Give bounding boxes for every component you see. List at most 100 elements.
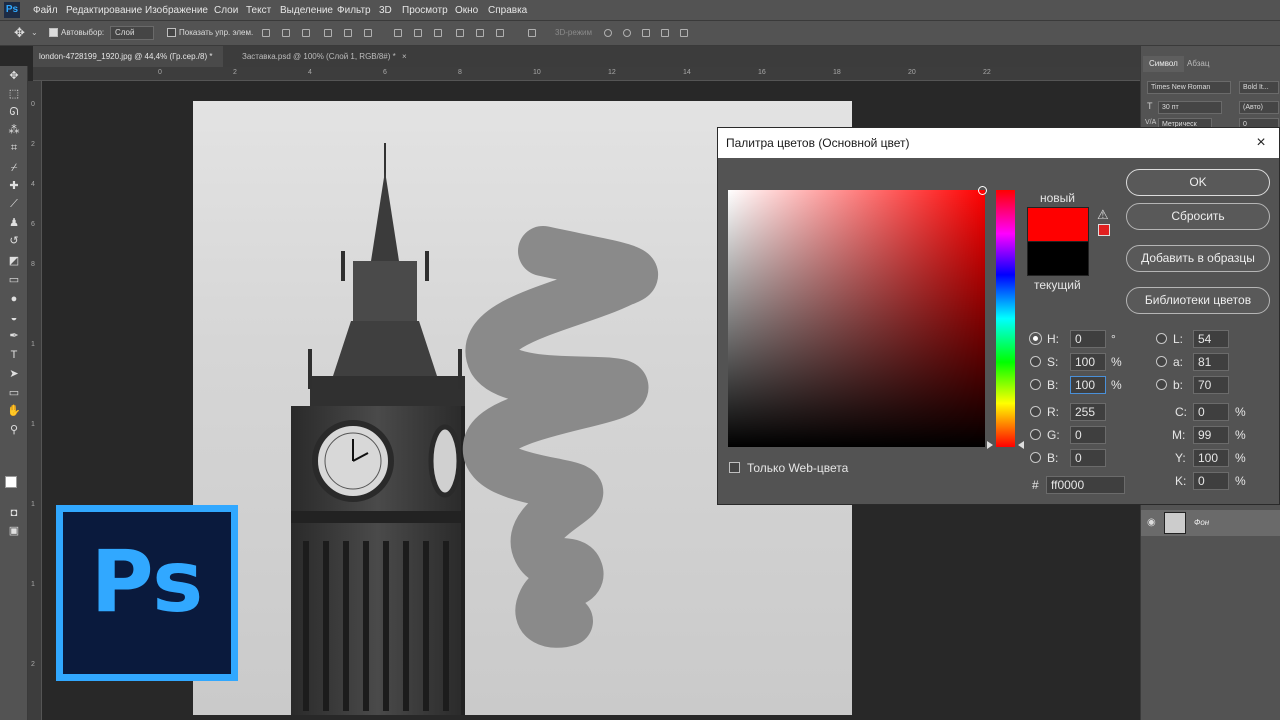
dodge-tool-icon[interactable]: ◒: [6, 311, 22, 325]
blue-field[interactable]: 0: [1070, 449, 1106, 467]
align-vcenter-icon[interactable]: [282, 29, 290, 37]
align-top-icon[interactable]: [262, 29, 270, 37]
pen-tool-icon[interactable]: ✒: [6, 329, 22, 343]
ok-button[interactable]: OK: [1126, 169, 1270, 196]
tab-paragraph[interactable]: Абзац: [1181, 56, 1215, 72]
color-field-marker[interactable]: [978, 186, 987, 195]
l-field[interactable]: 54: [1193, 330, 1229, 348]
menu-view[interactable]: Просмотр: [399, 0, 451, 21]
lasso-tool-icon[interactable]: ᘏ: [6, 105, 22, 119]
close-icon[interactable]: ×: [1251, 133, 1271, 153]
move-tool-icon[interactable]: ✥: [14, 26, 25, 40]
web-only-checkbox[interactable]: [729, 462, 740, 473]
radio-s[interactable]: [1030, 356, 1041, 367]
show-controls-checkbox[interactable]: [167, 28, 176, 37]
layer-row[interactable]: ◉ Фон: [1141, 510, 1280, 536]
distribute-bottom-icon[interactable]: [434, 29, 442, 37]
distribute-hcenter-icon[interactable]: [476, 29, 484, 37]
radio-h[interactable]: [1030, 333, 1041, 344]
font-family-select[interactable]: Times New Roman: [1147, 81, 1231, 94]
align-right-icon[interactable]: [364, 29, 372, 37]
menu-image[interactable]: Изображение: [142, 0, 211, 21]
path-select-icon[interactable]: ➤: [6, 367, 22, 381]
stamp-tool-icon[interactable]: ♟: [6, 216, 22, 230]
menu-layers[interactable]: Слои: [211, 0, 241, 21]
hue-slider[interactable]: [996, 190, 1015, 447]
distribute-left-icon[interactable]: [456, 29, 464, 37]
autoselect-select[interactable]: Слой: [110, 26, 154, 40]
3d-scale-icon[interactable]: [680, 29, 688, 37]
reset-button[interactable]: Сбросить: [1126, 203, 1270, 230]
radio-blue[interactable]: [1030, 452, 1041, 463]
chevron-down-icon[interactable]: ⌄: [31, 28, 38, 37]
3d-rotate-icon[interactable]: [604, 29, 612, 37]
menu-select[interactable]: Выделение: [277, 0, 336, 21]
crop-tool-icon[interactable]: ⌗: [6, 141, 22, 155]
color-libraries-button[interactable]: Библиотеки цветов: [1126, 287, 1270, 314]
current-color-swatch[interactable]: [1027, 241, 1089, 276]
radio-b[interactable]: [1030, 379, 1041, 390]
c-field[interactable]: 0: [1193, 403, 1229, 421]
foreground-color-swatch[interactable]: [5, 476, 17, 488]
radio-r[interactable]: [1030, 406, 1041, 417]
leading-field[interactable]: (Авто): [1239, 101, 1279, 114]
quick-select-tool-icon[interactable]: ⁂: [6, 123, 22, 137]
shape-tool-icon[interactable]: ▭: [6, 386, 22, 400]
menu-3d[interactable]: 3D: [376, 0, 395, 21]
distribute-right-icon[interactable]: [496, 29, 504, 37]
close-icon[interactable]: ×: [402, 52, 407, 61]
m-field[interactable]: 99: [1193, 426, 1229, 444]
align-left-icon[interactable]: [324, 29, 332, 37]
r-field[interactable]: 255: [1070, 403, 1106, 421]
lab-b-field[interactable]: 70: [1193, 376, 1229, 394]
history-brush-icon[interactable]: ↺: [6, 234, 22, 248]
h-field[interactable]: 0: [1070, 330, 1106, 348]
zoom-tool-icon[interactable]: ⚲: [6, 423, 22, 437]
radio-lab-b[interactable]: [1156, 379, 1167, 390]
menu-edit[interactable]: Редактирование: [63, 0, 145, 21]
hue-slider-left-arrow[interactable]: [987, 441, 993, 449]
hand-tool-icon[interactable]: ✋: [6, 404, 22, 418]
healing-tool-icon[interactable]: ✚: [6, 179, 22, 193]
brush-tool-icon[interactable]: ⟋: [6, 197, 22, 211]
menu-window[interactable]: Окно: [452, 0, 481, 21]
font-size-field[interactable]: 30 пт: [1158, 101, 1222, 114]
a-field[interactable]: 81: [1193, 353, 1229, 371]
align-hcenter-icon[interactable]: [344, 29, 352, 37]
blur-tool-icon[interactable]: ●: [6, 292, 22, 306]
radio-g[interactable]: [1030, 429, 1041, 440]
radio-l[interactable]: [1156, 333, 1167, 344]
autoselect-checkbox[interactable]: [49, 28, 58, 37]
distribute-top-icon[interactable]: [394, 29, 402, 37]
move-tool-icon[interactable]: ✥: [6, 69, 22, 83]
menu-file[interactable]: Файл: [30, 0, 61, 21]
marquee-tool-icon[interactable]: ⬚: [6, 87, 22, 101]
eraser-tool-icon[interactable]: ◩: [6, 254, 22, 268]
quick-mask-icon[interactable]: ◘: [6, 506, 22, 520]
3d-roll-icon[interactable]: [623, 29, 631, 37]
y-field[interactable]: 100: [1193, 449, 1229, 467]
tab-character[interactable]: Символ: [1143, 56, 1184, 72]
font-style-select[interactable]: Bold It...: [1239, 81, 1279, 94]
hue-slider-right-arrow[interactable]: [1018, 441, 1024, 449]
add-to-swatches-button[interactable]: Добавить в образцы: [1126, 245, 1270, 272]
tab-zastavka[interactable]: Заставка.psd @ 100% (Слой 1, RGB/8#) * ×: [236, 46, 416, 67]
screen-mode-icon[interactable]: ▣: [6, 524, 22, 538]
eye-icon[interactable]: ◉: [1147, 517, 1156, 528]
gradient-tool-icon[interactable]: ▭: [6, 273, 22, 287]
3d-slide-icon[interactable]: [661, 29, 669, 37]
auto-align-icon[interactable]: [528, 29, 536, 37]
out-of-gamut-warning-icon[interactable]: ⚠: [1097, 207, 1109, 223]
radio-a[interactable]: [1156, 356, 1167, 367]
menu-text[interactable]: Текст: [243, 0, 274, 21]
color-field[interactable]: [728, 186, 987, 447]
g-field[interactable]: 0: [1070, 426, 1106, 444]
3d-pan-icon[interactable]: [642, 29, 650, 37]
type-tool-icon[interactable]: T: [6, 348, 22, 362]
align-bottom-icon[interactable]: [302, 29, 310, 37]
menu-filter[interactable]: Фильтр: [334, 0, 374, 21]
k-field[interactable]: 0: [1193, 472, 1229, 490]
distribute-vcenter-icon[interactable]: [414, 29, 422, 37]
s-field[interactable]: 100: [1070, 353, 1106, 371]
gamut-correction-swatch[interactable]: [1098, 224, 1110, 236]
